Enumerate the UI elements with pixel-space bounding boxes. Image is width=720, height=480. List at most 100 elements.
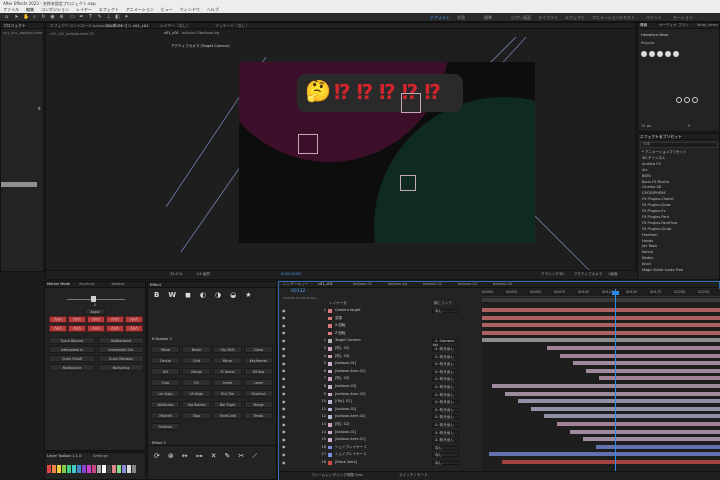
workspace-tab-5[interactable]: エフェクト	[565, 15, 585, 20]
zoom-dropdown[interactable]: 33.3 %	[170, 272, 183, 277]
font-family-dropdown[interactable]: Helvetica Neue	[641, 33, 668, 38]
zoom-tool-icon[interactable]: ⌕	[32, 15, 37, 20]
camera-tool-icon[interactable]: ◉	[50, 15, 55, 20]
curve-preset-button[interactable]: ⋀⋀⋀	[125, 316, 143, 323]
settings-tab[interactable]: Settings	[93, 454, 108, 459]
layer-name[interactable]: [balloon-item-02]	[335, 415, 365, 419]
time-ruler[interactable]: 00000 00025 00050 00075 00100 00125 00150 00175…	[482, 289, 720, 297]
viewer-subtab-1[interactable]: balloon-01	[182, 31, 201, 36]
timeline-layer-row[interactable]: ◉ 1 Camera target なし	[279, 308, 479, 314]
curve-preset-button[interactable]: ⋀⋀⋀	[49, 325, 67, 332]
parent-dropdown[interactable]: 2. 吹き出し	[432, 430, 459, 435]
layer-duration-bar[interactable]	[570, 429, 720, 434]
layer-color-label[interactable]	[328, 453, 332, 457]
layer-color-label[interactable]	[328, 347, 332, 351]
fx-tool-button[interactable]: Obj Shift	[213, 346, 242, 353]
right-tab-3[interactable]: Wrap_items	[697, 23, 718, 28]
fx-tool-button[interactable]: Ft Home	[213, 368, 242, 375]
motion-tab-2[interactable]: Toolbox	[111, 282, 124, 287]
fx-tool-button[interactable]: Findexer	[151, 423, 180, 430]
fx-tool-button[interactable]: Break	[182, 346, 211, 353]
fx-tool-button[interactable]: Centre	[151, 357, 180, 364]
visibility-eye-icon[interactable]: ◉	[282, 316, 286, 320]
motion-preset-button[interactable]: Interpolate In	[49, 346, 95, 353]
close-icon[interactable]: ✕	[211, 453, 217, 460]
align-icon[interactable]	[676, 97, 682, 103]
timeline-layer-row[interactable]: ◉ 7 [吹]- 02] 2. 吹き出し	[279, 376, 479, 382]
layer-name[interactable]: [balloon-01]	[335, 430, 356, 435]
align-icon[interactable]	[684, 97, 690, 103]
palette-swatch[interactable]	[82, 465, 86, 473]
layer-color-label[interactable]	[328, 339, 332, 343]
palette-swatch[interactable]	[97, 465, 101, 473]
workspace-tab-7[interactable]: テキスト	[619, 15, 635, 20]
playhead-line[interactable]	[615, 289, 616, 471]
layer-duration-bar[interactable]	[560, 353, 720, 358]
visibility-eye-icon[interactable]: ◉	[282, 346, 286, 351]
viewer-timecode[interactable]: 0:00:00:00	[281, 272, 301, 277]
fx-tool-button[interactable]: Mstrleft	[151, 412, 180, 419]
fx-tool-button[interactable]: Rnt Tile	[213, 390, 242, 397]
pencil-icon[interactable]: ✎	[225, 453, 231, 460]
menu-item-2[interactable]: コンポジション	[41, 8, 69, 12]
fx-tool-button[interactable]: TimeCode	[213, 412, 242, 419]
layer-name[interactable]: Camera target	[335, 308, 361, 313]
timeline-layer-row[interactable]: ◉ 12 [balloon-item-02] 2. 吹き出し	[279, 414, 479, 420]
timeline-tab-1[interactable]: c01_c01	[318, 282, 333, 287]
parent-dropdown[interactable]: なし	[432, 309, 459, 313]
layer-name[interactable]: [吹]- 02]	[335, 422, 349, 427]
timeline-layer-row[interactable]: ◉ 4 [吹]- 03] 2. 吹き出し	[279, 354, 479, 360]
timeline-tab-4[interactable]: balloon-02	[423, 282, 442, 287]
timeline-layer-row[interactable]: ◉ 9 [balloon-item-03] 2. 吹き出し	[279, 392, 479, 398]
effect-category-item[interactable]: Hands	[642, 239, 653, 244]
fx-tool-button[interactable]: Stop	[182, 412, 211, 419]
menu-item-3[interactable]: レイヤー	[76, 8, 92, 12]
layer-duration-bar[interactable]	[492, 384, 720, 388]
effect-category-item[interactable]: Boris FX Mocha	[642, 180, 669, 185]
font-size-field[interactable]: 12 px	[641, 124, 651, 129]
timeline-tab-2[interactable]: balloon-01	[353, 282, 372, 287]
work-area-bar[interactable]	[482, 298, 720, 302]
layer-name[interactable]: [吹]- 02]	[335, 346, 349, 351]
fx-tool-button[interactable]: Mirror	[213, 357, 242, 364]
layer-color-label[interactable]	[328, 324, 332, 328]
eraser-tool-icon[interactable]: ◧	[115, 15, 120, 20]
effect-category-item[interactable]: Arc	[642, 168, 648, 173]
fx-tool-button[interactable]: Grid	[182, 357, 211, 364]
motion-preset-button[interactable]: Quick Bounce	[49, 337, 95, 344]
views-count-dropdown[interactable]: 1画面	[608, 272, 617, 277]
null-object-box[interactable]	[401, 93, 421, 113]
home-icon[interactable]: ⌂	[4, 15, 9, 20]
hand-tool-icon[interactable]: ✋	[23, 15, 29, 20]
palette-swatch[interactable]	[77, 465, 81, 473]
menu-item-0[interactable]: ファイル	[3, 8, 19, 12]
layer-color-label[interactable]	[328, 316, 332, 321]
curve-preset-button[interactable]: ⋀⋀⋀	[49, 316, 67, 323]
selection-tool-icon[interactable]: ➤	[14, 15, 19, 20]
fx-tool-button[interactable]: Textbl	[244, 412, 273, 419]
layer-color-label[interactable]	[328, 407, 332, 412]
curve-preset-button[interactable]: ⋀⋀⋀	[87, 325, 105, 332]
layer-name[interactable]: [balloon-03]	[335, 384, 356, 389]
workspace-tab-8[interactable]: ペイント	[646, 15, 662, 20]
refresh-icon[interactable]: ⟳	[154, 453, 160, 460]
effect-category-item[interactable]: FX Plugins-Font	[642, 215, 669, 220]
motion-tab-0[interactable]: Motion Mode	[47, 282, 70, 287]
effects-search-input[interactable]: 検索	[640, 142, 718, 148]
parent-dropdown[interactable]: 2. 吹き出し	[432, 347, 459, 351]
layer-name[interactable]: Target Camera	[335, 339, 361, 343]
right-tab-2[interactable]: ブラシ	[678, 23, 689, 28]
layer-name[interactable]: シェイプレイヤー 1	[335, 445, 366, 450]
speech-bubble[interactable]: 🤔 ⁉ ⁉ ⁉ ⁉ ⁉	[297, 74, 463, 112]
project-scroll-track[interactable]	[1, 182, 37, 187]
right-tab-0[interactable]: 情報	[640, 23, 647, 28]
layer-duration-bar[interactable]	[599, 376, 720, 381]
comp-frame[interactable]: 🤔 ⁉ ⁉ ⁉ ⁉ ⁉	[239, 62, 535, 243]
layer-name[interactable]: [吹]- 02]	[335, 377, 349, 381]
fx-tool-button[interactable]: Spt Rollme	[182, 401, 211, 408]
effect-category-item[interactable]: Knoll	[642, 263, 651, 267]
visibility-eye-icon[interactable]: ◉	[282, 308, 286, 313]
motion-slider-track[interactable]	[67, 299, 125, 300]
layer-duration-bar[interactable]	[518, 399, 720, 404]
motion-tab-1[interactable]: Shortcut	[79, 282, 94, 287]
